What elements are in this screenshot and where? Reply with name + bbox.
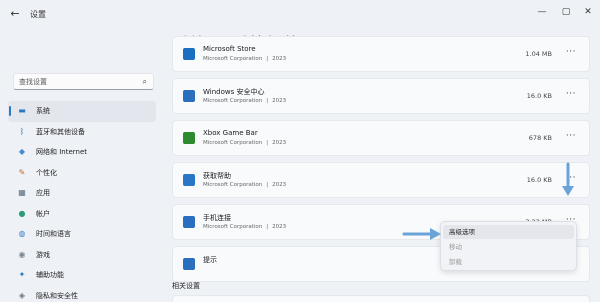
- component-divider: |: [266, 182, 269, 188]
- component-year: 2023: [272, 182, 287, 188]
- title-bar: ← 设置 — ▢ ✕: [0, 0, 600, 30]
- sidebar-item-label: 蓝牙和其他设备: [36, 127, 85, 136]
- sidebar-item-label: 辅助功能: [36, 271, 64, 280]
- component-publisher: Microsoft Corporation: [203, 224, 263, 230]
- sidebar-item-6[interactable]: ◍ 时间和语言: [8, 224, 156, 245]
- component-size: 16.0 KB: [526, 176, 552, 184]
- component-size: 16.0 KB: [526, 92, 552, 100]
- component-divider: |: [266, 140, 269, 146]
- annotation-arrow-down: [562, 162, 574, 196]
- tips-icon: [183, 258, 195, 270]
- gamepad-icon: ◉: [18, 249, 26, 259]
- wifi-icon: ◆: [18, 147, 26, 157]
- globe-icon: ◍: [18, 229, 26, 239]
- accessibility-icon: ✦: [18, 270, 26, 280]
- help-icon: [183, 174, 195, 186]
- component-divider: |: [266, 98, 269, 104]
- sidebar-item-0[interactable]: ▬ 系统: [8, 101, 156, 122]
- component-divider: |: [266, 56, 269, 62]
- apps-icon: ▦: [18, 188, 26, 198]
- related-settings-title: 相关设置: [172, 282, 200, 290]
- sidebar-item-8[interactable]: ✦ 辅助功能: [8, 265, 156, 286]
- component-publisher: Microsoft Corporation: [203, 140, 263, 146]
- active-indicator: [9, 106, 11, 116]
- search-placeholder: 查找设置: [19, 77, 47, 86]
- annotation-arrow-right: [402, 228, 441, 240]
- app-title: 设置: [30, 10, 46, 19]
- back-button[interactable]: ←: [8, 7, 22, 21]
- sidebar-item-2[interactable]: ◆ 网络和 Internet: [8, 142, 156, 163]
- component-year: 2023: [272, 98, 287, 104]
- component-meta: Microsoft Corporation | 2023: [203, 98, 286, 104]
- sidebar-item-label: 时间和语言: [36, 230, 71, 239]
- component-name: 提示: [203, 256, 217, 264]
- component-name: 手机连接: [203, 214, 231, 222]
- component-size: 1.04 MB: [525, 50, 552, 58]
- context-menu: 高级选项移动卸载: [440, 221, 577, 271]
- phone-link-icon: [183, 216, 195, 228]
- component-name: Microsoft Store: [203, 45, 256, 53]
- close-button[interactable]: ✕: [581, 5, 595, 19]
- component-row[interactable]: Windows 安全中心 Microsoft Corporation | 2023 16…: [172, 78, 590, 114]
- more-options-button[interactable]: ···: [566, 89, 576, 99]
- component-name: 获取帮助: [203, 172, 231, 180]
- shield-icon: ◈: [18, 290, 26, 300]
- sidebar-item-label: 网络和 Internet: [36, 148, 88, 157]
- context-menu-item-1: 移动: [449, 243, 462, 251]
- store-icon: [183, 48, 195, 60]
- component-publisher: Microsoft Corporation: [203, 56, 263, 62]
- sidebar-item-1[interactable]: ᛒ 蓝牙和其他设备: [8, 122, 156, 143]
- security-icon: [183, 90, 195, 102]
- component-year: 2023: [272, 56, 287, 62]
- component-size: 678 KB: [528, 134, 552, 142]
- sidebar-item-9[interactable]: ◈ 隐私和安全性: [8, 286, 156, 302]
- component-row[interactable]: Microsoft Store Microsoft Corporation | 202…: [172, 36, 590, 72]
- context-menu-item-2: 卸载: [449, 258, 462, 266]
- account-icon: ●: [18, 208, 26, 218]
- bluetooth-icon: ᛒ: [19, 126, 25, 136]
- sidebar-item-3[interactable]: ✎ 个性化: [8, 163, 156, 184]
- context-menu-item-0[interactable]: 高级选项: [443, 225, 574, 239]
- component-publisher: Microsoft Corporation: [203, 182, 263, 188]
- component-row[interactable]: 获取帮助 Microsoft Corporation | 2023 16.0 KB ···: [172, 162, 590, 198]
- monitor-icon: ▬: [18, 106, 26, 116]
- sidebar-item-label: 隐私和安全性: [36, 291, 78, 300]
- search-icon[interactable]: ⌕: [143, 77, 147, 87]
- search-input[interactable]: 查找设置 ⌕: [13, 73, 154, 90]
- related-settings-card[interactable]: [172, 295, 590, 302]
- component-meta: Microsoft Corporation | 2023: [203, 56, 286, 62]
- xbox-icon: [183, 132, 195, 144]
- component-name: Windows 安全中心: [203, 88, 265, 96]
- component-meta: Microsoft Corporation | 2023: [203, 224, 286, 230]
- sidebar-nav: ▬ 系统 ᛒ 蓝牙和其他设备 ◆ 网络和 Internet ✎ 个性化 ▦ 应用 ● 帐户 ◍ 时间和语言…: [8, 101, 156, 302]
- sidebar-item-label: 帐户: [36, 209, 50, 218]
- brush-icon: ✎: [18, 167, 26, 177]
- component-name: Xbox Game Bar: [203, 129, 258, 137]
- sidebar-item-label: 游戏: [36, 250, 50, 259]
- sidebar-item-label: 个性化: [36, 168, 57, 177]
- component-meta: Microsoft Corporation | 2023: [203, 140, 286, 146]
- sidebar-item-label: 应用: [36, 189, 50, 198]
- sidebar-item-7[interactable]: ◉ 游戏: [8, 245, 156, 266]
- component-year: 2023: [272, 224, 287, 230]
- more-options-button[interactable]: ···: [566, 47, 576, 57]
- sidebar-item-5[interactable]: ● 帐户: [8, 204, 156, 225]
- minimize-button[interactable]: —: [535, 5, 549, 19]
- sidebar-item-4[interactable]: ▦ 应用: [8, 183, 156, 204]
- maximize-button[interactable]: ▢: [559, 5, 573, 19]
- component-meta: Microsoft Corporation | 2023: [203, 182, 286, 188]
- sidebar-item-label: 系统: [36, 107, 50, 116]
- component-row[interactable]: Xbox Game Bar Microsoft Corporation | 2023 6…: [172, 120, 590, 156]
- component-publisher: Microsoft Corporation: [203, 98, 263, 104]
- component-divider: |: [266, 224, 269, 230]
- component-year: 2023: [272, 140, 287, 146]
- more-options-button[interactable]: ···: [566, 131, 576, 141]
